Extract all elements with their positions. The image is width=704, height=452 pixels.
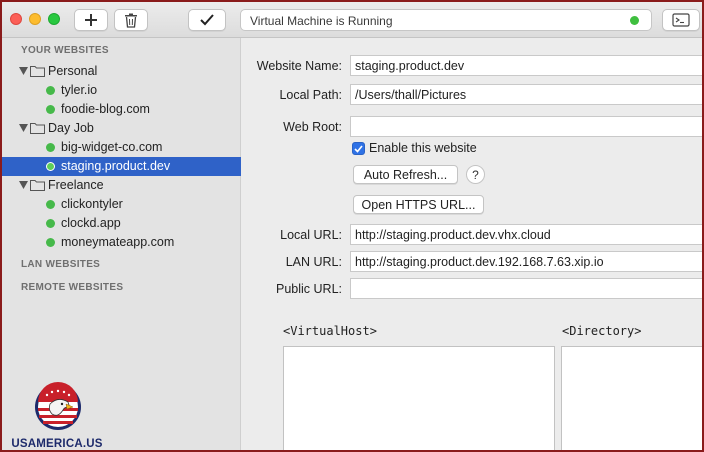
site-status-dot	[46, 143, 55, 152]
auto-refresh-button[interactable]: Auto Refresh...	[353, 165, 458, 184]
site-item[interactable]: clockd.app	[2, 214, 241, 233]
terminal-button[interactable]	[662, 9, 700, 31]
disclosure-triangle-icon[interactable]	[19, 181, 28, 189]
enable-website-label[interactable]: Enable this website	[369, 141, 477, 155]
lan-websites-heading[interactable]: LAN WEBSITES	[21, 259, 100, 270]
delete-website-button[interactable]	[114, 9, 148, 31]
minimize-window-button[interactable]	[29, 13, 41, 25]
site-item[interactable]: tyler.io	[2, 81, 241, 100]
watermark-text: USAMERICA.US	[11, 438, 103, 450]
site-status-dot	[46, 200, 55, 209]
website-settings-form: Website Name: staging.product.dev Local …	[242, 38, 702, 450]
apply-button[interactable]	[188, 9, 226, 31]
lan-url-label: LAN URL:	[285, 255, 342, 269]
site-status-dot	[46, 86, 55, 95]
site-status-dot	[46, 105, 55, 114]
watermark-logo: USAMERICA.US	[10, 382, 104, 450]
terminal-icon	[672, 13, 690, 27]
local-url-label: Local URL:	[280, 228, 342, 242]
site-item-selected[interactable]: staging.product.dev	[2, 157, 241, 176]
toolbar: Virtual Machine is Running	[2, 2, 702, 38]
group-freelance[interactable]: Freelance	[2, 176, 241, 195]
virtualhost-label: <VirtualHost>	[283, 324, 377, 338]
directory-editor[interactable]	[561, 346, 702, 450]
web-root-field[interactable]	[350, 116, 702, 137]
site-label: tyler.io	[61, 83, 98, 97]
local-path-field[interactable]: /Users/thall/Pictures	[350, 84, 702, 105]
website-name-field[interactable]: staging.product.dev	[350, 55, 702, 76]
checkmark-icon	[354, 144, 363, 153]
group-label: Freelance	[48, 178, 104, 192]
trash-icon	[125, 13, 137, 28]
app-window: Virtual Machine is Running YOUR WEBSITES…	[2, 2, 702, 450]
site-item[interactable]: foodie-blog.com	[2, 100, 241, 119]
open-https-url-button[interactable]: Open HTTPS URL...	[353, 195, 484, 214]
group-personal[interactable]: Personal	[2, 62, 241, 81]
site-status-dot	[46, 238, 55, 247]
group-label: Day Job	[48, 121, 94, 135]
web-root-label: Web Root:	[283, 120, 342, 134]
public-url-label: Public URL:	[276, 282, 342, 296]
virtualhost-editor[interactable]	[283, 346, 555, 450]
plus-icon	[85, 14, 97, 26]
website-name-label: Website Name:	[256, 59, 342, 73]
close-window-button[interactable]	[10, 13, 22, 25]
site-label: clickontyler	[61, 197, 123, 211]
site-item[interactable]: big-widget-co.com	[2, 138, 241, 157]
zoom-window-button[interactable]	[48, 13, 60, 25]
lan-url-field[interactable]: http://staging.product.dev.192.168.7.63.…	[350, 251, 702, 272]
group-label: Personal	[48, 64, 98, 78]
site-label: foodie-blog.com	[61, 102, 150, 116]
site-label: clockd.app	[61, 216, 121, 230]
disclosure-triangle-icon[interactable]	[19, 124, 28, 132]
group-day-job[interactable]: Day Job	[2, 119, 241, 138]
directory-label: <Directory>	[562, 324, 642, 338]
site-status-dot	[46, 219, 55, 228]
eagle-flag-emblem-icon	[35, 382, 81, 430]
site-status-dot	[46, 162, 55, 171]
local-url-field[interactable]: http://staging.product.dev.vhx.cloud	[350, 224, 702, 245]
disclosure-triangle-icon[interactable]	[19, 67, 28, 75]
help-button[interactable]: ?	[466, 165, 485, 184]
public-url-field[interactable]	[350, 278, 702, 299]
local-path-label: Local Path:	[279, 88, 342, 102]
your-websites-heading: YOUR WEBSITES	[21, 45, 109, 56]
folder-icon	[30, 66, 45, 77]
folder-icon	[30, 180, 45, 191]
site-label: moneymateapp.com	[61, 235, 175, 249]
vm-status-bar: Virtual Machine is Running	[240, 9, 652, 31]
checkmark-icon	[200, 14, 214, 26]
site-item[interactable]: clickontyler	[2, 195, 241, 214]
site-label: big-widget-co.com	[61, 140, 163, 154]
add-website-button[interactable]	[74, 9, 108, 31]
vm-status-indicator	[630, 16, 639, 25]
vm-status-text: Virtual Machine is Running	[250, 14, 393, 28]
enable-website-checkbox[interactable]	[352, 142, 365, 155]
site-label: staging.product.dev	[61, 159, 171, 173]
site-item[interactable]: moneymateapp.com	[2, 233, 241, 252]
folder-icon	[30, 123, 45, 134]
remote-websites-heading[interactable]: REMOTE WEBSITES	[21, 282, 123, 293]
